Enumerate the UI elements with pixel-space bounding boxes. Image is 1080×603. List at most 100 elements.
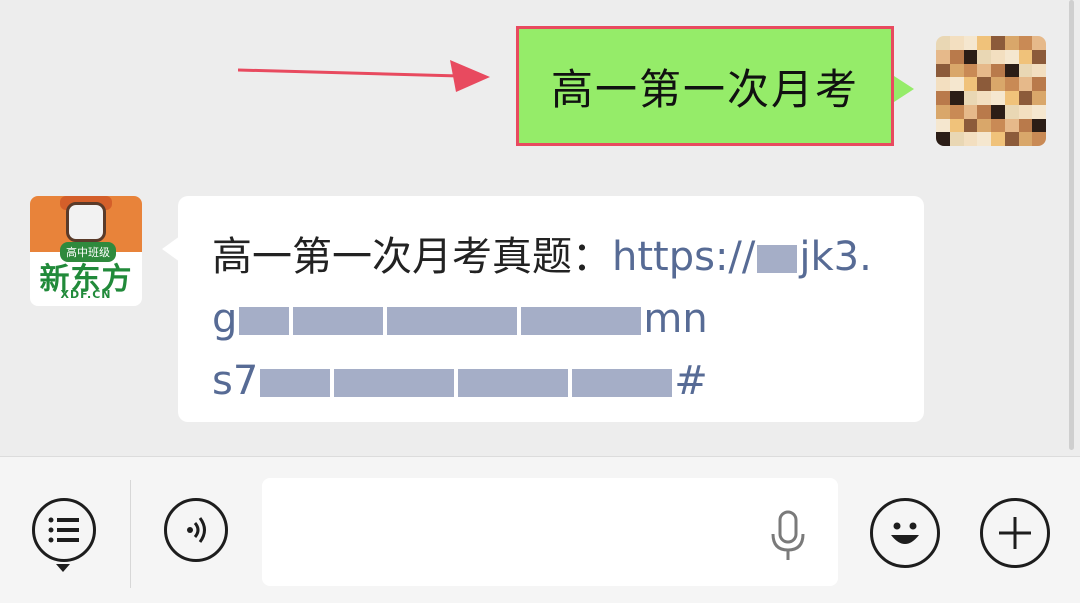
avatar-pixel <box>1032 104 1046 119</box>
avatar-pixel <box>1004 132 1019 146</box>
avatar-pixel <box>949 77 964 91</box>
avatar-pixel <box>991 91 1005 105</box>
avatar-pixel <box>963 49 978 64</box>
link-part: # <box>674 358 708 404</box>
avatar-pixel <box>1018 104 1033 119</box>
avatar-pixel <box>991 104 1005 119</box>
incoming-message-prefix: 高一第一次月考真题： <box>212 234 612 280</box>
avatar-pixel <box>977 49 991 64</box>
redacted-block <box>239 307 290 335</box>
avatar-pixel <box>1004 49 1019 64</box>
link-part: jk3. <box>799 234 872 280</box>
avatar-pixel <box>936 91 950 105</box>
avatar-pixel <box>949 132 964 146</box>
avatar-pixel <box>1004 36 1019 50</box>
avatar-pixel <box>991 63 1005 78</box>
avatar-pixel <box>936 63 950 78</box>
avatar-pixel <box>991 49 1005 64</box>
redacted-block <box>458 369 569 397</box>
avatar-pixel <box>949 49 964 64</box>
list-icon <box>48 517 79 543</box>
redacted-block <box>757 245 798 273</box>
avatar-pixel <box>991 77 1005 91</box>
avatar-pixel <box>1032 118 1046 133</box>
avatar-pixel <box>991 36 1005 50</box>
avatar-pixel <box>949 104 964 119</box>
avatar-pixel <box>1018 36 1033 50</box>
avatar-pixel <box>977 104 991 119</box>
avatar-pixel <box>1032 49 1046 64</box>
avatar-pixel <box>991 118 1005 133</box>
avatar-pixel <box>1004 91 1019 105</box>
avatar-pixel <box>1032 91 1046 105</box>
avatar-pixel <box>1018 132 1033 146</box>
annotation-arrow <box>238 60 490 92</box>
link-part: g <box>212 296 238 342</box>
avatar-pixel <box>949 63 964 78</box>
mic-icon[interactable] <box>770 510 806 562</box>
redacted-block <box>572 369 673 397</box>
toolbar-divider <box>130 480 131 588</box>
avatar-pixel <box>936 36 950 50</box>
redacted-block <box>293 307 384 335</box>
avatar-pixel <box>936 132 950 146</box>
mascot-icon <box>66 202 106 242</box>
emoji-button[interactable] <box>870 498 940 568</box>
redacted-block <box>521 307 642 335</box>
voice-icon <box>187 517 206 543</box>
outgoing-bubble-tail <box>894 76 914 102</box>
redacted-block <box>260 369 331 397</box>
avatar-pixel <box>1032 36 1046 50</box>
plus-button[interactable] <box>980 498 1050 568</box>
avatar-pixel <box>936 104 950 119</box>
link-part: s7 <box>212 358 259 404</box>
avatar-brand-domain: XDF.CN <box>60 288 112 301</box>
my-avatar[interactable] <box>936 36 1046 146</box>
plus-icon <box>999 517 1031 549</box>
avatar-pixel <box>963 77 978 91</box>
avatar-pixel <box>949 91 964 105</box>
avatar-pixel <box>936 118 950 133</box>
message-input[interactable] <box>262 478 838 586</box>
incoming-message-bubble[interactable]: 高一第一次月考真题：https:// jk3. g mn s7 # <box>178 196 924 422</box>
avatar-pixel <box>963 36 978 50</box>
outgoing-message-text: 高一第一次月考 <box>550 64 859 114</box>
scrollbar[interactable] <box>1069 0 1074 450</box>
avatar-pixel <box>1004 77 1019 91</box>
caret-down-icon <box>56 564 70 572</box>
avatar-pixel <box>963 132 978 146</box>
chat-area: 高一第一次月考 高中班级 新东方 XDF.CN 高一第一次月考真题：https:… <box>0 0 1080 456</box>
avatar-pixel <box>1032 77 1046 91</box>
avatar-pixel <box>977 91 991 105</box>
avatar-pixel <box>1004 63 1019 78</box>
avatar-pixel <box>977 77 991 91</box>
avatar-pixel <box>977 63 991 78</box>
avatar-pixel <box>1018 91 1033 105</box>
outgoing-message-bubble[interactable]: 高一第一次月考 <box>516 26 894 146</box>
avatar-pixel <box>949 118 964 133</box>
sender-avatar[interactable]: 高中班级 新东方 XDF.CN <box>30 196 142 306</box>
avatar-pixel <box>1032 63 1046 78</box>
avatar-pixel <box>1018 118 1033 133</box>
menu-button[interactable] <box>32 498 96 562</box>
avatar-pixel <box>977 118 991 133</box>
emoji-icon <box>891 522 919 544</box>
avatar-pixel <box>963 63 978 78</box>
avatar-pixel <box>949 36 964 50</box>
avatar-pixel <box>1018 49 1033 64</box>
avatar-pixel <box>963 91 978 105</box>
avatar-pixel <box>1018 63 1033 78</box>
redacted-block <box>387 307 518 335</box>
link-part: mn <box>643 296 708 342</box>
avatar-pixel <box>991 132 1005 146</box>
avatar-pixel <box>977 132 991 146</box>
avatar-pixel <box>963 104 978 119</box>
voice-button[interactable] <box>164 498 228 562</box>
avatar-pixel <box>1004 118 1019 133</box>
avatar-pixel <box>977 36 991 50</box>
avatar-pixel <box>963 118 978 133</box>
redacted-block <box>334 369 455 397</box>
avatar-pixel <box>1018 77 1033 91</box>
avatar-pixel <box>1004 104 1019 119</box>
avatar-pixel <box>1032 132 1046 146</box>
